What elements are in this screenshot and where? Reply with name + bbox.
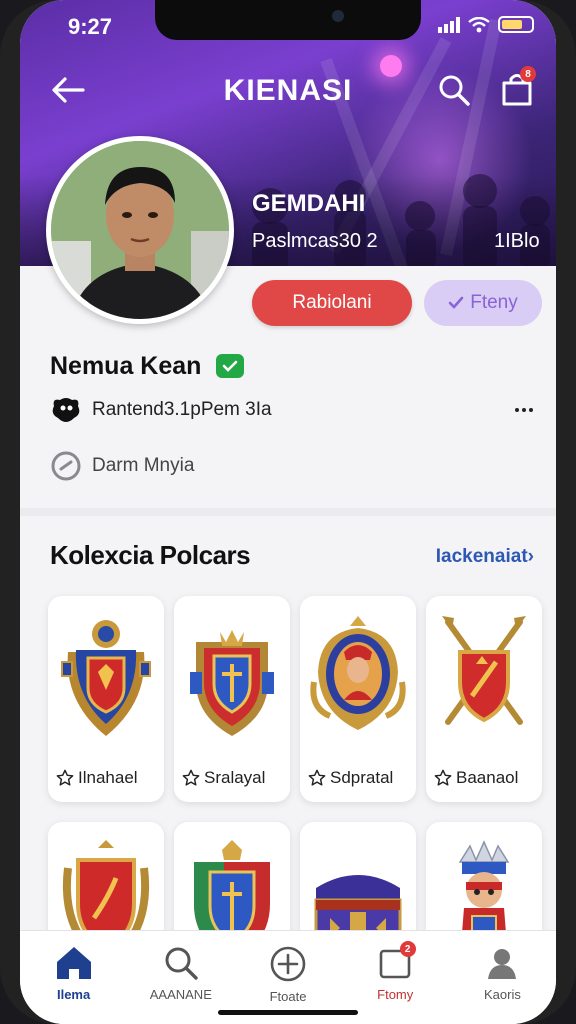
card-label-text: Ilnahael — [78, 768, 138, 787]
collection-card[interactable]: Sralayal — [174, 596, 290, 802]
collection-card[interactable]: Ilnahael — [48, 596, 164, 802]
card-label-text: Baanaol — [456, 768, 519, 787]
warrior-badge-icon — [308, 606, 408, 746]
card-label: Ilnahael — [56, 768, 160, 788]
profile-link-row[interactable]: Darm Mnyia — [50, 450, 194, 482]
blue-crest-icon — [56, 606, 156, 746]
screen: 9:27 KIENASI 8 GEMDAHI Paslmcas30 2 1IBl… — [20, 0, 556, 1024]
star-outline-icon — [434, 769, 452, 786]
signal-icon — [438, 16, 460, 33]
arrow-left-icon — [52, 77, 85, 103]
link-circle-icon — [51, 451, 81, 481]
crossed-swords-shield-icon — [434, 606, 534, 746]
card-label-text: Sralayal — [204, 768, 266, 787]
tab-notifications[interactable]: 2 Ftomy — [342, 931, 449, 1024]
tab-label: Ftomy — [377, 987, 414, 1002]
back-button[interactable] — [48, 70, 88, 110]
star-outline-icon — [56, 769, 74, 786]
banner-count: 1IBlo — [494, 230, 540, 252]
dot — [515, 408, 519, 412]
card-label-text: Sdpratal — [330, 768, 394, 787]
wifi-icon — [468, 16, 490, 32]
tab-label: Ilema — [56, 987, 91, 1002]
tab-label: AAANANE — [149, 987, 212, 1002]
display-name: Nemua Kean — [50, 352, 202, 380]
battery-icon — [498, 16, 534, 33]
banner-subtitle: Paslmcas30 2 — [252, 230, 378, 252]
phone-frame: 9:27 KIENASI 8 GEMDAHI Paslmcas30 2 1IBl… — [0, 0, 576, 1024]
person-icon — [488, 949, 517, 979]
plus-circle-icon — [270, 946, 306, 982]
app-title: KIENASI — [223, 74, 353, 107]
tab-label: Kaoris — [483, 987, 521, 1002]
dot — [522, 408, 526, 412]
star-outline-icon — [308, 769, 326, 786]
tab-profile[interactable]: Kaoris — [449, 931, 556, 1024]
blue-shield-icon — [182, 606, 282, 746]
card-label: Sdpratal — [308, 768, 412, 788]
search-icon — [165, 947, 198, 980]
camera — [332, 10, 344, 22]
banner-username: GEMDAHI — [252, 190, 366, 217]
profile-detail-row: Rantend3.1pPem 3Ia — [50, 396, 272, 424]
shopping-bag-button[interactable]: 8 — [496, 66, 538, 110]
home-indicator — [218, 1010, 358, 1015]
top-bar: KIENASI 8 — [20, 66, 556, 116]
notification-badge: 2 — [399, 941, 416, 957]
more-options-button[interactable] — [508, 398, 540, 422]
verified-badge-icon — [216, 354, 244, 378]
tab-home[interactable]: Ilema — [20, 931, 127, 1024]
dot — [529, 408, 533, 412]
card-label: Baanaol — [434, 768, 538, 788]
status-icons — [438, 16, 534, 33]
collection-title: Kolexcia Polcars — [50, 540, 251, 570]
star-outline-icon — [182, 769, 200, 786]
section-divider — [20, 508, 556, 516]
collection-card[interactable]: Baanaol — [426, 596, 542, 802]
notch — [155, 0, 421, 40]
tab-label: Ftoate — [269, 989, 307, 1004]
search-icon — [439, 75, 470, 106]
collection-card[interactable]: Sdpratal — [300, 596, 416, 802]
profile-info: Nemua Kean Rantend3.1pPem 3Ia Darm Mnyia — [20, 266, 556, 510]
status-time: 9:27 — [68, 14, 113, 39]
profile-detail-text: Rantend3.1pPem 3Ia — [92, 399, 272, 420]
profile-link-text: Darm Mnyia — [92, 455, 195, 476]
collection-see-all-link[interactable]: Iackenaiat› — [436, 546, 534, 568]
card-label: Sralayal — [182, 768, 286, 788]
bag-badge: 8 — [520, 66, 536, 82]
mascot-icon — [52, 398, 80, 422]
search-button[interactable] — [434, 70, 474, 110]
home-icon — [56, 947, 91, 979]
